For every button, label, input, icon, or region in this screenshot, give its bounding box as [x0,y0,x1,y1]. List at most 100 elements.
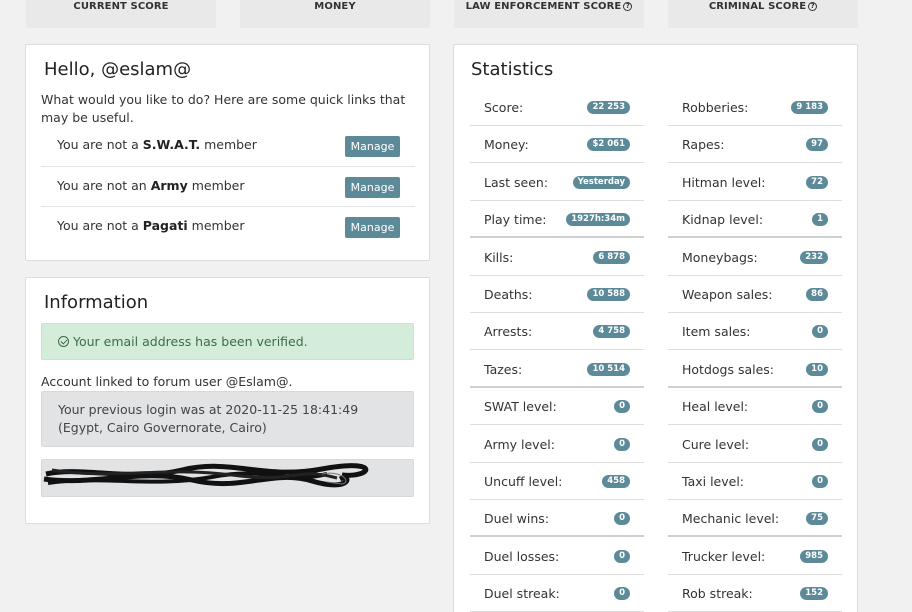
stat-value-badge: 985 [800,549,828,563]
stat-value-badge: 232 [800,250,828,264]
stat-value-badge: 0 [614,512,630,526]
stat-label: Kills: [484,249,514,265]
stat-label: Cure level: [682,436,750,452]
tab-label: MONEY [314,1,356,12]
stat-row: Kills: 6 878 [470,239,644,276]
email-verified-alert: Your email address has been verified. [41,323,414,360]
stat-value-badge: 152 [800,587,828,601]
stat-value-badge: 10 514 [587,362,630,376]
stat-label: Taxi level: [682,474,745,489]
stat-row: Kidnap level: 1 [668,201,842,239]
stat-row: Play time: 1927h:34m [470,201,644,239]
tab-criminal-score[interactable]: CRIMINAL SCORE? [668,0,858,28]
stat-row: Moneybags: 232 [668,239,842,276]
stat-row: Weapon sales: 86 [668,276,842,313]
tab-label: LAW ENFORCEMENT SCORE [465,1,622,12]
hello-subtitle: What would you like to do? Here are some… [41,92,406,125]
stat-value-badge: 0 [812,325,828,339]
member-text: You are not a Pagati member [57,218,245,233]
forum-link-text: Account linked to forum user @Eslam@. [41,374,293,389]
stat-row: Money: $2 061 [470,126,644,164]
stat-label: Weapon sales: [682,287,773,302]
stat-row: SWAT level: 0 [470,388,644,426]
verified-text: Your email address has been verified. [73,334,308,349]
stat-label: SWAT level: [484,399,557,415]
tab-law-enforcement-score[interactable]: LAW ENFORCEMENT SCORE? [454,0,644,28]
stat-label: Moneybags: [682,249,758,265]
stat-value-badge: 9 183 [791,101,828,114]
stat-row: Duel streak: 0 [470,575,644,612]
stat-label: Uncuff level: [484,474,563,489]
stat-row: Item sales: 0 [668,313,842,351]
stat-row: Cure level: 0 [668,426,842,463]
stat-value-badge: 10 588 [587,288,630,301]
stat-value-badge: 6 878 [593,250,630,264]
hello-card: Hello, @eslam@ What would you like to do… [25,44,430,261]
stat-value-badge: 0 [614,437,630,451]
stat-row: Hitman level: 72 [668,164,842,201]
stat-row: Army level: 0 [470,426,644,463]
stat-label: Rapes: [682,137,725,153]
stat-row: Duel losses: 0 [470,538,644,575]
stat-label: Last seen: [484,174,549,190]
member-row-pagati: You are not a Pagati member Manage [41,206,415,246]
stat-label: Deaths: [484,287,533,302]
stat-value-badge: 1927h:34m [566,213,630,227]
stat-value-badge: 458 [602,475,630,488]
stat-label: Hitman level: [682,174,766,190]
help-icon[interactable]: ? [623,2,633,11]
stat-row: Trucker level: 985 [668,538,842,575]
stat-label: Score: [484,100,524,115]
stat-value-badge: 0 [812,475,828,488]
redaction-scribble [43,463,369,488]
stat-value-badge: 10 [806,362,828,376]
stat-value-badge: $2 061 [587,138,630,152]
stat-value-badge: 86 [806,288,828,301]
stat-value-badge: 75 [806,512,828,526]
manage-pagati-button[interactable]: Manage [345,217,400,238]
statistics-title: Statistics [471,59,554,80]
statistics-card: Statistics Score: 22 253 Money: $2 061 Last … [453,44,858,612]
last-login-box: Your previous login was at 2020-11-25 18… [41,391,414,447]
stat-row: Rob streak: 152 [668,575,842,612]
stat-value-badge: 0 [812,437,828,451]
stat-value-badge: 0 [614,587,630,601]
stat-row: Heal level: 0 [668,388,842,426]
tab-money[interactable]: MONEY [240,0,430,28]
stat-value-badge: 1 [812,213,828,227]
stat-label: Trucker level: [682,548,766,564]
stat-row: Rapes: 97 [668,126,842,164]
stat-label: Rob streak: [682,586,753,602]
stat-value-badge: 97 [806,138,828,152]
help-icon[interactable]: ? [808,2,818,11]
stat-label: Play time: [484,212,547,228]
stat-row: Robberies: 9 183 [668,89,842,126]
member-text: You are not an Army member [57,178,245,193]
stat-label: Duel wins: [484,511,550,527]
hello-title: Hello, @eslam@ [44,59,192,80]
member-row-army: You are not an Army member Manage [41,166,415,206]
stat-label: Army level: [484,436,555,452]
information-card: Information Your email address has been … [25,277,430,524]
stat-row: Uncuff level: 458 [470,463,644,500]
stat-label: Mechanic level: [682,511,780,527]
stat-row: Arrests: 4 758 [470,313,644,351]
stat-row: Last seen: Yesterday [470,164,644,201]
stat-value-badge: 0 [812,400,828,414]
stat-value-badge: 72 [806,175,828,189]
manage-army-button[interactable]: Manage [345,177,400,198]
manage-swat-button[interactable]: Manage [345,136,400,157]
stat-row: Duel wins: 0 [470,500,644,538]
stat-label: Item sales: [682,324,751,340]
group-name: Army [150,178,188,193]
stat-label: Arrests: [484,324,533,340]
tab-label: CRIMINAL SCORE [708,1,807,12]
stat-row: Mechanic level: 75 [668,500,842,538]
tab-current-score[interactable]: CURRENT SCORE [26,0,216,28]
stat-label: Kidnap level: [682,212,764,228]
member-text: You are not a S.W.A.T. member [57,137,257,152]
member-row-swat: You are not a S.W.A.T. member Manage [41,126,415,166]
stat-row: Score: 22 253 [470,89,644,126]
information-title: Information [44,292,149,313]
stat-label: Hotdogs sales: [682,361,775,377]
